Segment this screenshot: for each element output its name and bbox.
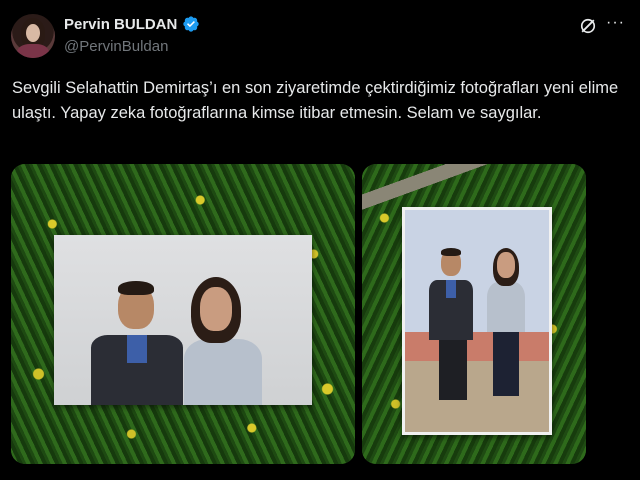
printed-photo xyxy=(402,207,552,435)
verified-badge-icon xyxy=(183,16,200,32)
grok-icon[interactable] xyxy=(578,16,598,36)
avatar[interactable] xyxy=(11,14,55,58)
more-icon[interactable]: ··· xyxy=(606,14,625,32)
tweet-photo-1[interactable] xyxy=(11,164,355,464)
tweet-photo-2[interactable] xyxy=(362,164,586,464)
author-handle[interactable]: @PervinBuldan xyxy=(64,38,168,55)
display-name[interactable]: Pervin BULDAN xyxy=(64,16,177,33)
author-name-row: Pervin BULDAN xyxy=(64,15,200,33)
tweet-text: Sevgili Selahattin Demirtaş’ı en son ziy… xyxy=(12,79,619,122)
printed-photo xyxy=(54,235,312,405)
